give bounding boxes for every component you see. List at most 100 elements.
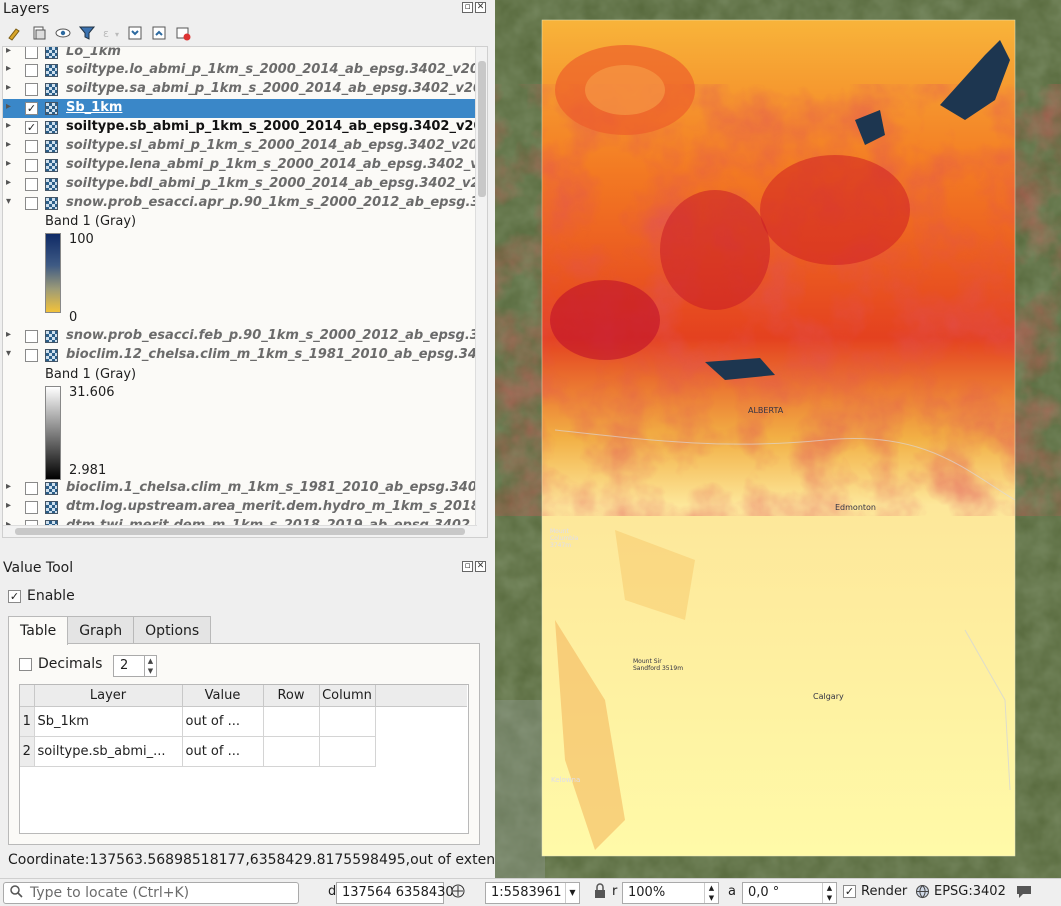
layer-visibility-checkbox[interactable]	[25, 64, 38, 77]
table-row[interactable]: 2 soiltype.sb_abmi_... out of ...	[20, 736, 467, 767]
layer-row[interactable]: ▸ soiltype.sl_abmi_p_1km_s_2000_2014_ab_e…	[3, 137, 477, 156]
remove-layer-icon[interactable]	[174, 24, 192, 42]
chevron-right-icon[interactable]: ▸	[6, 158, 16, 169]
layer-row[interactable]: ▸ soiltype.lena_abmi_p_1km_s_2000_2014_ab…	[3, 156, 477, 175]
chevron-down-icon[interactable]: ▼	[565, 883, 579, 903]
chevron-right-icon[interactable]: ▸	[6, 47, 16, 56]
tab-graph[interactable]: Graph	[67, 616, 135, 644]
layer-row[interactable]: ▸ bioclim.1_chelsa.clim_m_1km_s_1981_2010…	[3, 479, 477, 498]
layer-visibility-checkbox[interactable]	[25, 178, 38, 191]
float-icon[interactable]: ▫	[462, 561, 473, 572]
layer-name[interactable]: soiltype.sa_abmi_p_1km_s_2000_2014_ab_ep…	[66, 81, 477, 96]
layer-name[interactable]: Sb_1km	[66, 100, 122, 115]
values-table[interactable]: Layer Value Row Column 1 Sb_1km out of .…	[19, 684, 469, 834]
layer-visibility-checkbox[interactable]: ✓	[25, 121, 38, 134]
chevron-right-icon[interactable]: ▸	[6, 481, 16, 492]
table-row[interactable]: 1 Sb_1km out of ...	[20, 706, 467, 737]
chevron-down-icon[interactable]: ▾	[6, 348, 16, 359]
cell-value[interactable]: out of ...	[182, 706, 264, 737]
scrollbar-thumb[interactable]	[478, 61, 486, 197]
chevron-right-icon[interactable]: ▸	[6, 177, 16, 188]
magnifier-spinbox[interactable]: 100% ▲ ▼	[622, 882, 719, 904]
layer-name[interactable]: snow.prob_esacci.feb_p.90_1km_s_2000_201…	[66, 328, 477, 343]
render-checkbox[interactable]: ✓	[843, 885, 856, 898]
toggle-extents-icon[interactable]	[450, 883, 466, 903]
scrollbar-thumb[interactable]	[15, 528, 465, 535]
globe-icon[interactable]	[915, 884, 930, 903]
layer-row[interactable]: ▸ snow.prob_esacci.feb_p.90_1km_s_2000_20…	[3, 327, 477, 346]
layer-name[interactable]: soiltype.bdl_abmi_p_1km_s_2000_2014_ab_e…	[66, 176, 477, 191]
open-styling-icon[interactable]	[6, 24, 24, 42]
scale-dropdown[interactable]: 1:5583961 ▼	[485, 882, 580, 904]
layer-name[interactable]: bioclim.12_chelsa.clim_m_1km_s_1981_2010…	[66, 347, 477, 362]
layer-row[interactable]: ▸ dtm.log.upstream.area_merit.dem.hydro_m…	[3, 498, 477, 517]
lock-icon[interactable]	[594, 883, 606, 903]
coordinate-field[interactable]: 137564 6358430	[336, 882, 454, 904]
tab-options[interactable]: Options	[133, 616, 212, 644]
layer-visibility-checkbox[interactable]	[25, 83, 38, 96]
add-group-icon[interactable]	[30, 24, 48, 42]
locator-search[interactable]: Type to locate (Ctrl+K)	[3, 882, 299, 904]
rotation-spinbox[interactable]: 0,0 ° ▲ ▼	[742, 882, 837, 904]
spin-arrows-icon[interactable]: ▲ ▼	[144, 656, 156, 676]
layer-name[interactable]: soiltype.sb_abmi_p_1km_s_2000_2014_ab_ep…	[66, 119, 477, 134]
layer-row[interactable]: ▸ soiltype.sa_abmi_p_1km_s_2000_2014_ab_e…	[3, 80, 477, 99]
chevron-right-icon[interactable]: ▸	[6, 139, 16, 150]
layer-visibility-checkbox[interactable]	[25, 349, 38, 362]
layer-visibility-checkbox[interactable]	[25, 197, 38, 210]
layer-visibility-checkbox[interactable]	[25, 501, 38, 514]
cell-column[interactable]	[319, 736, 376, 767]
spin-arrows-icon[interactable]: ▲ ▼	[822, 883, 836, 903]
layer-row[interactable]: ▸ ✓ soiltype.sb_abmi_p_1km_s_2000_2014_ab_…	[3, 118, 477, 137]
layer-name[interactable]: Lo_1km	[66, 47, 121, 59]
vertical-scrollbar[interactable]	[475, 47, 487, 537]
tab-table[interactable]: Table	[8, 616, 69, 645]
close-icon[interactable]: ✕	[475, 561, 486, 572]
column-header-column[interactable]: Column	[319, 685, 376, 707]
chevron-right-icon[interactable]: ▸	[6, 82, 16, 93]
chevron-right-icon[interactable]: ▸	[6, 101, 16, 112]
layer-visibility-checkbox[interactable]	[25, 159, 38, 172]
chevron-right-icon[interactable]: ▸	[6, 329, 16, 340]
close-icon[interactable]: ✕	[475, 2, 486, 13]
layer-row[interactable]: ▸ Lo_1km	[3, 47, 477, 62]
layer-row[interactable]: ▸ ✓ Sb_1km	[3, 99, 477, 118]
chevron-right-icon[interactable]: ▸	[6, 120, 16, 131]
decimals-spinbox[interactable]: 2 ▲ ▼	[113, 655, 157, 677]
enable-checkbox[interactable]: ✓ Enable	[8, 588, 75, 604]
layer-name[interactable]: soiltype.sl_abmi_p_1km_s_2000_2014_ab_ep…	[66, 138, 477, 153]
layer-tree[interactable]: ▸ Lo_1km ▸ soiltype.lo_abmi_p_1km_s_2000_20…	[2, 46, 488, 538]
column-header-layer[interactable]: Layer	[34, 685, 183, 707]
layer-visibility-checkbox[interactable]	[25, 140, 38, 153]
spin-arrows-icon[interactable]: ▲ ▼	[704, 883, 718, 903]
layer-row[interactable]: ▸ soiltype.bdl_abmi_p_1km_s_2000_2014_ab_…	[3, 175, 477, 194]
cell-row[interactable]	[263, 736, 320, 767]
cell-row[interactable]	[263, 706, 320, 737]
layer-row[interactable]: ▸ soiltype.lo_abmi_p_1km_s_2000_2014_ab_e…	[3, 61, 477, 80]
chevron-right-icon[interactable]: ▸	[6, 500, 16, 511]
layer-name[interactable]: soiltype.lo_abmi_p_1km_s_2000_2014_ab_ep…	[66, 62, 477, 77]
cell-layer[interactable]: Sb_1km	[34, 706, 183, 737]
column-header-value[interactable]: Value	[182, 685, 264, 707]
chevron-right-icon[interactable]: ▸	[6, 63, 16, 74]
crs-button[interactable]: EPSG:3402	[934, 884, 1006, 899]
decimals-checkbox[interactable]: Decimals	[19, 656, 102, 672]
collapse-all-icon[interactable]	[150, 24, 168, 42]
layer-visibility-checkbox[interactable]	[25, 47, 38, 59]
cell-value[interactable]: out of ...	[182, 736, 264, 767]
cell-column[interactable]	[319, 706, 376, 737]
checkbox-icon[interactable]: ✓	[8, 589, 21, 603]
manage-visibility-icon[interactable]	[54, 24, 72, 42]
checkbox-icon[interactable]	[19, 657, 32, 671]
map-canvas[interactable]: ALBERTA Edmonton Calgary Mount Columbia …	[495, 0, 1061, 878]
layer-row[interactable]: ▾ bioclim.12_chelsa.clim_m_1km_s_1981_201…	[3, 346, 477, 365]
messages-icon[interactable]	[1015, 884, 1033, 903]
layer-visibility-checkbox[interactable]	[25, 482, 38, 495]
checkbox-icon[interactable]: ✓	[843, 885, 856, 898]
layer-name[interactable]: snow.prob_esacci.apr_p.90_1km_s_2000_201…	[66, 195, 477, 210]
expand-all-icon[interactable]	[126, 24, 144, 42]
layer-row[interactable]: ▾ snow.prob_esacci.apr_p.90_1km_s_2000_20…	[3, 194, 477, 213]
filter-legend-icon[interactable]	[78, 24, 96, 42]
layer-name[interactable]: soiltype.lena_abmi_p_1km_s_2000_2014_ab_…	[66, 157, 477, 172]
horizontal-scrollbar[interactable]	[3, 525, 477, 537]
